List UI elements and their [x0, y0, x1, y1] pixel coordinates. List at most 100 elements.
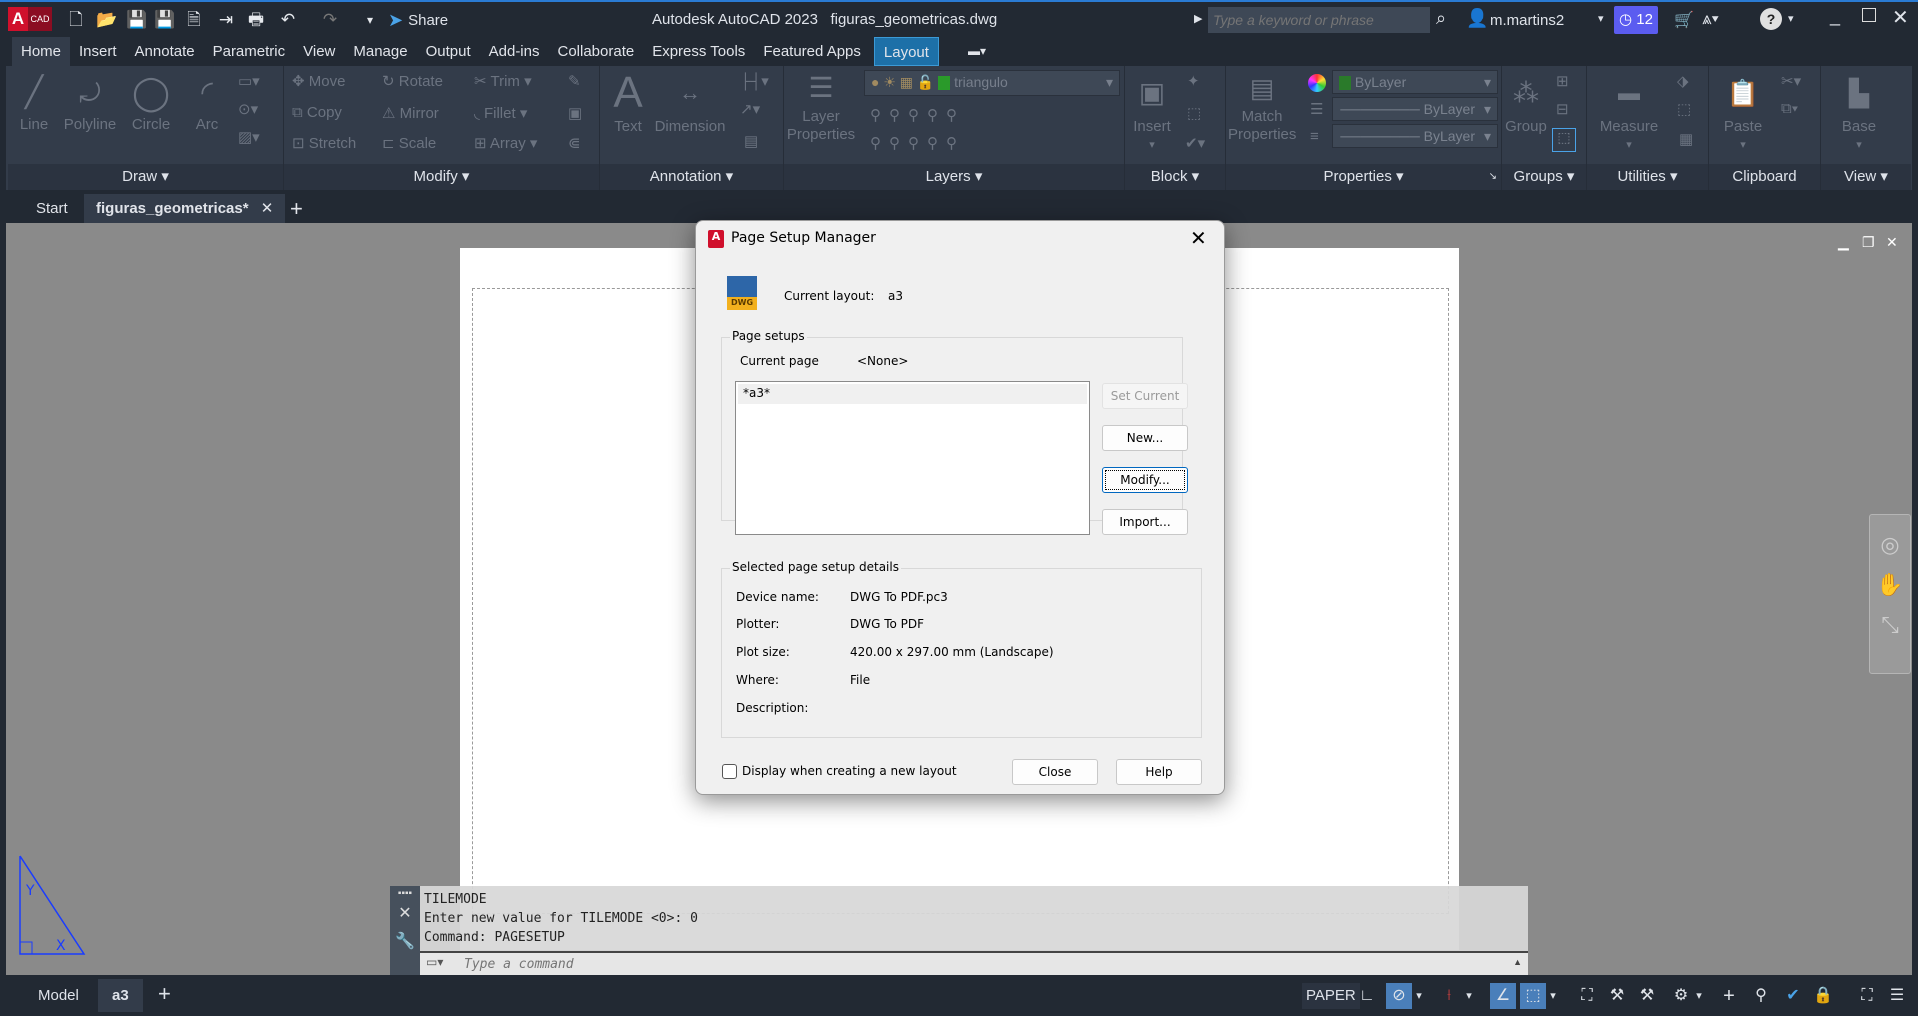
- units-icon[interactable]: ⚲: [1748, 983, 1774, 1009]
- command-input[interactable]: [464, 954, 1464, 974]
- tab-start[interactable]: Start: [36, 194, 68, 223]
- layer-tools-row-2[interactable]: ⚲⚲⚲⚲⚲: [870, 134, 965, 152]
- share-button[interactable]: ➤ Share: [388, 10, 448, 31]
- scale-button[interactable]: ⊏ Scale: [382, 134, 436, 152]
- rotate-button[interactable]: ↻ Rotate: [382, 72, 443, 90]
- tab-parametric[interactable]: Parametric: [204, 37, 295, 66]
- page-setups-list[interactable]: *a3*: [735, 381, 1090, 535]
- panel-title-view[interactable]: View ▾: [1821, 164, 1911, 190]
- layer-dropdown[interactable]: ● ☀ ▦ 🔓 triangulo ▾: [864, 70, 1120, 96]
- workspace-toggle-icon[interactable]: ▬▾: [959, 37, 995, 66]
- close-tab-icon[interactable]: ✕: [261, 200, 274, 217]
- layer-tools-row-1[interactable]: ⚲⚲⚲⚲⚲: [870, 106, 965, 124]
- minimize-icon[interactable]: _: [1830, 6, 1840, 27]
- help-dropdown-icon[interactable]: ▾: [1788, 12, 1794, 25]
- grip-handle-icon[interactable]: ▪▪▪▪: [390, 888, 420, 899]
- move-button[interactable]: ✥ Move: [292, 72, 345, 90]
- rectangle-icon[interactable]: ▭▾: [238, 72, 260, 90]
- isodraft-icon[interactable]: ∠: [1490, 983, 1516, 1009]
- lineweight-dropdown[interactable]: ──────── ByLayer ▾: [1332, 124, 1498, 148]
- tab-file[interactable]: figuras_geometricas* ✕: [84, 194, 286, 223]
- new-button[interactable]: New...: [1102, 425, 1188, 451]
- modify-button[interactable]: Modify...: [1102, 467, 1188, 493]
- tab-insert[interactable]: Insert: [70, 37, 126, 66]
- customize-wrench-icon[interactable]: 🔧: [390, 931, 420, 951]
- object-snap-icon[interactable]: ⬚: [1520, 983, 1546, 1009]
- tab-annotate[interactable]: Annotate: [126, 37, 204, 66]
- tab-a3[interactable]: a3: [98, 979, 143, 1012]
- panel-title-clipboard[interactable]: Clipboard: [1709, 164, 1820, 190]
- tab-output[interactable]: Output: [417, 37, 480, 66]
- offset-icon[interactable]: ⋐: [568, 134, 581, 152]
- ungroup-icon[interactable]: ⊞: [1556, 72, 1569, 90]
- tab-manage[interactable]: Manage: [344, 37, 416, 66]
- pan-icon[interactable]: ✋: [1870, 565, 1910, 605]
- copy-clip-icon[interactable]: ⧉▾: [1781, 100, 1798, 117]
- steering-wheel-icon[interactable]: ◎: [1870, 525, 1910, 565]
- set-current-button[interactable]: Set Current: [1102, 383, 1188, 409]
- linetype-dropdown[interactable]: ──────── ByLayer ▾: [1332, 97, 1498, 121]
- paper-space-toggle[interactable]: PAPER: [1302, 983, 1360, 1009]
- polar-tracking-icon[interactable]: ⊘: [1386, 983, 1412, 1009]
- tab-layout[interactable]: Layout: [873, 37, 939, 66]
- command-prompt-icon[interactable]: ▭▾: [426, 955, 443, 969]
- array-button[interactable]: ⊞ Array ▾: [474, 134, 537, 152]
- lock-ui-icon[interactable]: 🔒: [1810, 983, 1836, 1009]
- ellipse-icon[interactable]: ⊙▾: [238, 100, 258, 118]
- grid-icon[interactable]: ∟: [1354, 983, 1380, 1009]
- linear-dim-icon[interactable]: ├┤▾: [740, 72, 769, 90]
- leader-icon[interactable]: ↗▾: [740, 100, 760, 118]
- fillet-button[interactable]: ◟ Fillet ▾: [474, 104, 527, 122]
- app-logo[interactable]: A CAD: [8, 7, 54, 31]
- notifications-badge[interactable]: ◷ 12: [1614, 6, 1658, 34]
- customization-menu-icon[interactable]: ☰: [1884, 983, 1910, 1009]
- tab-featured-apps[interactable]: Featured Apps: [754, 37, 870, 66]
- text-button[interactable]: A Text: [608, 68, 648, 136]
- panel-title-layers[interactable]: Layers ▾: [784, 164, 1124, 190]
- calculator-icon[interactable]: ▦: [1679, 130, 1693, 148]
- color-dropdown[interactable]: ByLayer ▾: [1332, 70, 1498, 94]
- circle-button[interactable]: ◯ Circle: [126, 70, 176, 134]
- open-folder-icon[interactable]: 📂: [96, 10, 117, 30]
- panel-title-block[interactable]: Block ▾: [1125, 164, 1225, 190]
- block-attributes-icon[interactable]: ✔▾: [1185, 134, 1205, 152]
- annotation-scale-icon[interactable]: ⚒: [1604, 983, 1630, 1009]
- save-icon[interactable]: 💾: [126, 10, 147, 30]
- stretch-button[interactable]: ⊡ Stretch: [292, 134, 356, 152]
- workspace-dropdown-icon[interactable]: ▾: [1692, 983, 1706, 1009]
- panel-title-properties[interactable]: Properties ▾ ↘: [1226, 164, 1501, 190]
- osnap-dropdown-icon[interactable]: ▾: [1462, 983, 1476, 1009]
- group-edit-icon[interactable]: ⊟: [1556, 100, 1569, 118]
- user-icon[interactable]: 👤: [1466, 8, 1488, 29]
- trim-button[interactable]: ✂ Trim ▾: [474, 72, 532, 90]
- line-button[interactable]: ╱ Line: [14, 70, 54, 134]
- panel-title-utilities[interactable]: Utilities ▾: [1587, 164, 1708, 190]
- arc-button[interactable]: ◜ Arc: [184, 70, 230, 134]
- command-history-toggle-icon[interactable]: ▲: [1513, 957, 1522, 967]
- import-button[interactable]: Import...: [1102, 509, 1188, 535]
- selection-cycling-icon[interactable]: ⛶: [1574, 983, 1600, 1009]
- tab-collaborate[interactable]: Collaborate: [548, 37, 643, 66]
- annotation-visibility-icon[interactable]: ⚒: [1634, 983, 1660, 1009]
- viewport-restore-icon[interactable]: ❐: [1862, 234, 1875, 251]
- print-icon[interactable]: 🖶: [246, 10, 266, 30]
- customize-dropdown-icon[interactable]: ▾: [360, 10, 380, 30]
- save-as-icon[interactable]: 💾: [154, 10, 175, 30]
- list-item[interactable]: *a3*: [738, 384, 1087, 404]
- panel-title-groups[interactable]: Groups ▾: [1502, 164, 1586, 190]
- autodesk-app-icon[interactable]: ⩓▾: [1702, 9, 1719, 29]
- erase-icon[interactable]: ✎: [568, 72, 581, 90]
- quick-select-icon[interactable]: ⬗: [1677, 72, 1689, 90]
- user-name[interactable]: m.martins2: [1490, 12, 1564, 29]
- paste-button[interactable]: 📋 Paste ▾: [1715, 68, 1771, 154]
- group-selection-toggle[interactable]: ⬚: [1552, 128, 1576, 152]
- tab-model[interactable]: Model: [38, 987, 79, 1004]
- search-expand-icon[interactable]: ▶: [1194, 12, 1202, 25]
- clean-screen-icon[interactable]: ⛶: [1854, 983, 1880, 1009]
- help-button[interactable]: Help: [1116, 759, 1202, 785]
- mirror-button[interactable]: ⚠ Mirror: [382, 104, 439, 122]
- close-button[interactable]: Close: [1012, 759, 1098, 785]
- display-checkbox[interactable]: [722, 764, 737, 779]
- panel-title-draw[interactable]: Draw ▾: [8, 164, 283, 190]
- snap-dropdown-icon[interactable]: ▾: [1546, 983, 1560, 1009]
